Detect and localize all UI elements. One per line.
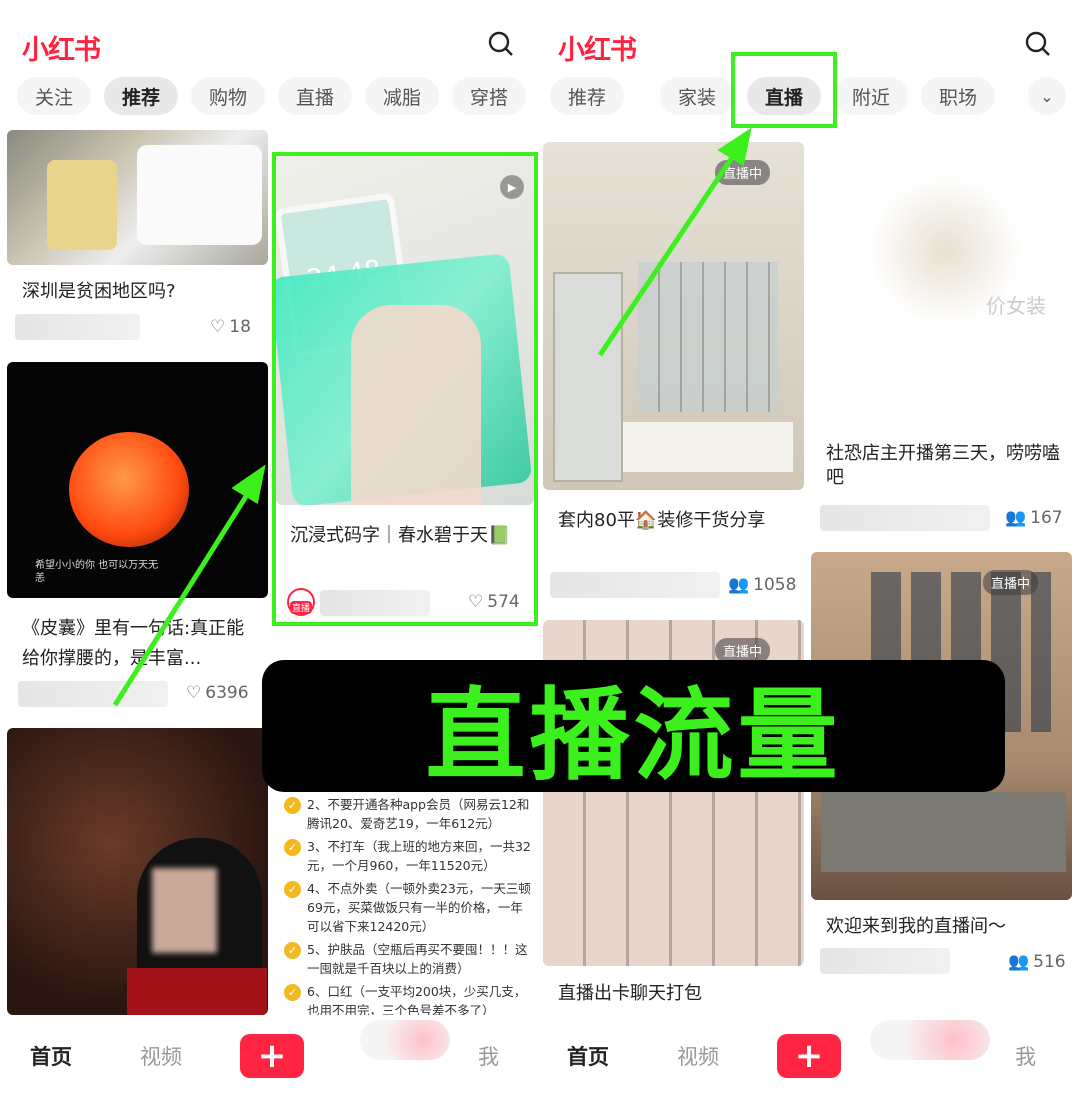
arrow-icon: [112, 127, 752, 707]
annotation-arrows: [112, 127, 752, 707]
overlay-caption: 直播流量: [262, 660, 1005, 794]
